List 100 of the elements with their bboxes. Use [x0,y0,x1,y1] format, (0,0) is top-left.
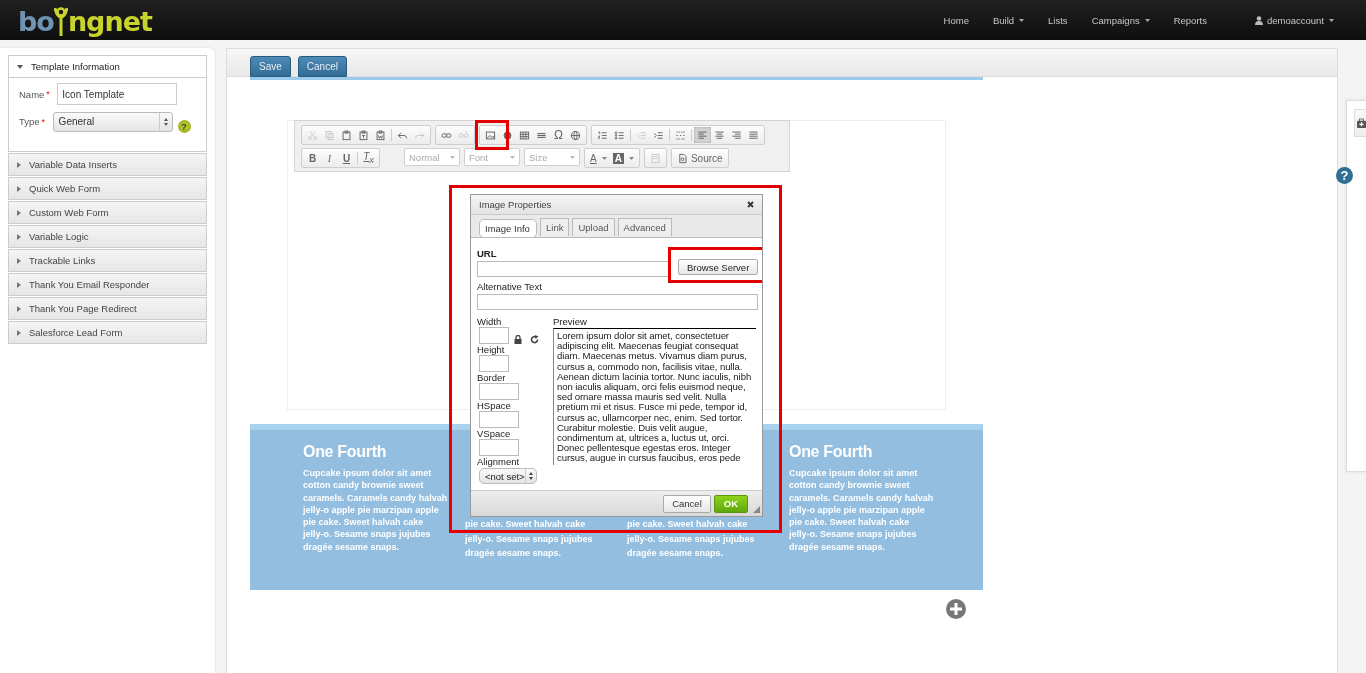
field-label: Type [19,116,40,127]
nav-link[interactable]: Home [943,14,969,26]
dialog-tab[interactable]: Link [540,218,570,236]
browse-server-button[interactable]: Browse Server [678,259,759,275]
accordion-header[interactable]: Quick Web Form [9,178,206,199]
nav-link[interactable]: Build [992,14,1025,26]
bold-button[interactable]: B [304,150,321,166]
caret-icon [628,156,634,160]
spacing-field[interactable] [479,439,519,456]
caret-icon [510,155,515,159]
copy-icon [324,129,335,141]
required-mark: * [46,89,51,99]
accordion-header[interactable]: Variable Data Inserts [9,154,206,175]
broken-chain-icon [458,129,469,141]
bulleted-list-icon [614,129,625,141]
remove-format-button[interactable]: T$_{x}$ [360,150,377,166]
dialog-tab[interactable]: Advanced [617,218,672,236]
spacing-field[interactable] [479,411,519,428]
align-center-icon [714,129,725,141]
accordion-header[interactable]: Thank You Page Redirect [9,298,206,319]
text-color-button[interactable]: A [587,150,610,166]
circle-icon [502,129,513,141]
blocks-icon [675,129,686,141]
dialog-tab[interactable]: Upload [572,218,615,236]
reset-icon[interactable] [530,335,539,344]
caret-icon [601,156,607,160]
source-button[interactable]: Source [673,150,726,166]
cancel-button[interactable]: Cancel [297,56,347,77]
caret-icon [17,233,21,240]
caret-icon [17,161,21,168]
column-text: pie cake. Sweet halvah cake jelly-o. Sesame snaps jujubes dragée sesame snaps. [465,518,594,560]
accordion-header[interactable]: Custom Web Form [9,202,206,223]
background-color-button[interactable]: A [609,150,637,166]
undo-icon [397,129,408,141]
clipboard-icon [358,129,369,141]
name-field[interactable]: Icon Template [57,83,178,105]
account-menu[interactable]: demoaccount [1254,14,1334,26]
caret-icon [17,185,21,192]
column-heading: One Fourth [789,443,874,462]
nav-link[interactable]: Campaigns [1091,14,1150,26]
field-label: Name [19,88,45,100]
document-icon [649,152,661,164]
clipboard-icon [375,129,386,141]
briefcase-plus-icon[interactable] [1357,117,1366,129]
preview-text: Lorem ipsum dolor sit amet, consectetuer adipiscing elit. Maecenas feugiat consequat diam. Maecenas metus. Vivamus diam purus, cursus a, commodo non, facilisis vitae, nulla. Aenean dictum lacinia tortor. Nunc iaculis, nibh non iaculis aliquam, orci felis euismod neque, sed ornare massa mauris sed velit. Nulla pretium mi et risus. Fusce mi pede, tempor id, cursus ac, ullamcorper nec, enim. Sed tortor. Curabitur molestie. Duis velit augue, condimentum at, ultrices a, luctus ut, orci. Donec pellentesque egestas eros. Integer cursus, augue in cursus faucibus, eros pede [553,328,756,465]
type-select[interactable]: General [52,111,173,132]
field-label: Alignment [477,456,521,467]
column-heading: One Fourth [303,443,388,462]
column-text: Cupcake ipsum dolor sit amet cotton candy brownie sweet caramels. Caramels candy halvah jelly-o apple pie marzipan apple pie cake. Sweet halvah cake jelly-o. Sesame snaps jujubes dragée sesame snaps. [789,467,935,554]
align-left-icon [697,129,708,141]
numbered-list-icon [597,129,608,141]
outdent-icon [636,129,647,141]
accordion-header[interactable]: Variable Logic [9,226,206,247]
caret-icon [450,155,455,159]
lock-icon[interactable] [514,335,522,344]
accordion-header[interactable]: Salesforce Lead Form [9,322,206,343]
size-field[interactable] [479,327,509,344]
column-text: Cupcake ipsum dolor sit amet cotton candy brownie sweet caramels. Caramels candy halvah jelly-o apple pie marzipan apple pie cake. Sweet halvah cake jelly-o. Sesame snaps jujubes dragée sesame snaps. [303,467,449,554]
accordion-header[interactable]: Thank You Email Responder [9,274,206,295]
redo-icon [414,129,425,141]
caret-icon [17,209,21,216]
align-left-button[interactable] [694,127,711,143]
justify-icon [748,129,759,141]
field-label: HSpace [477,400,512,411]
table-icon [519,129,530,141]
resize-grip-icon[interactable] [753,506,760,513]
url-field[interactable] [477,261,671,277]
size-field[interactable] [479,355,509,372]
special-character-button[interactable]: Ω [550,127,567,143]
document-icon [676,152,688,164]
save-button[interactable]: Save [250,56,291,77]
field-label: Border [477,372,507,383]
field-label: Height [477,344,506,355]
underline-button[interactable]: U [338,150,355,166]
nav-link[interactable]: Reports [1173,14,1207,26]
field-label: VSpace [477,428,512,439]
scissors-icon [307,129,318,141]
spacing-field[interactable] [479,383,519,400]
accordion-header[interactable]: Trackable Links [9,250,206,271]
caret-icon [17,257,21,264]
cancel-button[interactable]: Cancel [663,494,711,513]
caret-icon [17,64,23,69]
dialog-tab[interactable]: Image Info [479,219,537,238]
align-right-icon [731,129,742,141]
alignment-select[interactable]: <not set> [479,468,537,484]
stepper-icon [163,117,168,126]
field-label: Preview [553,316,588,327]
caret-icon [17,281,21,288]
user-icon [1254,15,1263,25]
italic-button[interactable]: I [321,150,338,166]
close-icon[interactable] [747,201,754,208]
add-icon[interactable] [946,599,966,619]
field-label: Width [477,316,503,327]
logo[interactable]: bo ngnet [18,3,152,37]
nav-link[interactable]: Lists [1048,14,1068,26]
help-icon[interactable]: ? [177,120,191,133]
column-text: pie cake. Sweet halvah cake jelly-o. Sesame snaps jujubes dragée sesame snaps. [627,518,756,560]
field-label: URL [477,248,498,259]
field-label: Alternative Text [477,281,543,292]
alt-text-field[interactable] [477,294,758,310]
